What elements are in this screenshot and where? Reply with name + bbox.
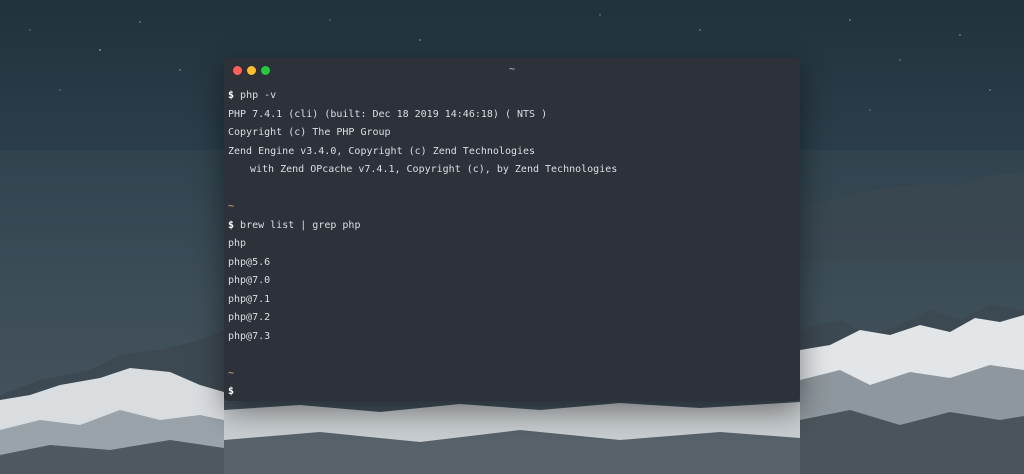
output-line: with Zend OPcache v7.4.1, Copyright (c),… bbox=[250, 164, 618, 175]
terminal-output[interactable]: $ php -v PHP 7.4.1 (cli) (built: Dec 18 2… bbox=[228, 87, 796, 401]
command-text: php -v bbox=[234, 90, 277, 101]
cwd-line: ~ bbox=[228, 367, 235, 379]
prompt-symbol: $ bbox=[228, 386, 235, 397]
command-line: $ php -v bbox=[228, 87, 796, 106]
cwd-line: ~ bbox=[228, 201, 235, 212]
output-line: php@5.6 bbox=[228, 256, 271, 268]
command-line: $ brew list | grep php bbox=[228, 217, 796, 236]
output-line: php@7.1 bbox=[228, 293, 271, 305]
terminal-window[interactable]: ~ $ php -v PHP 7.4.1 (cli) (built: Dec 18… bbox=[224, 58, 800, 401]
output-line: PHP 7.4.1 (cli) (built: Dec 18 2019 14:4… bbox=[228, 108, 548, 120]
output-line: php@7.2 bbox=[228, 312, 271, 323]
output-line: Copyright (c) The PHP Group bbox=[228, 127, 391, 138]
command-text: brew list | grep php bbox=[234, 219, 361, 231]
command-line: $ bbox=[228, 383, 796, 401]
output-line: php@7.0 bbox=[228, 275, 271, 286]
output-line: Zend Engine v3.4.0, Copyright (c) Zend T… bbox=[228, 145, 536, 157]
window-titlebar[interactable]: ~ bbox=[224, 58, 800, 82]
output-line: php bbox=[228, 238, 247, 249]
window-title: ~ bbox=[508, 64, 516, 75]
output-line: php@7.3 bbox=[228, 330, 271, 342]
